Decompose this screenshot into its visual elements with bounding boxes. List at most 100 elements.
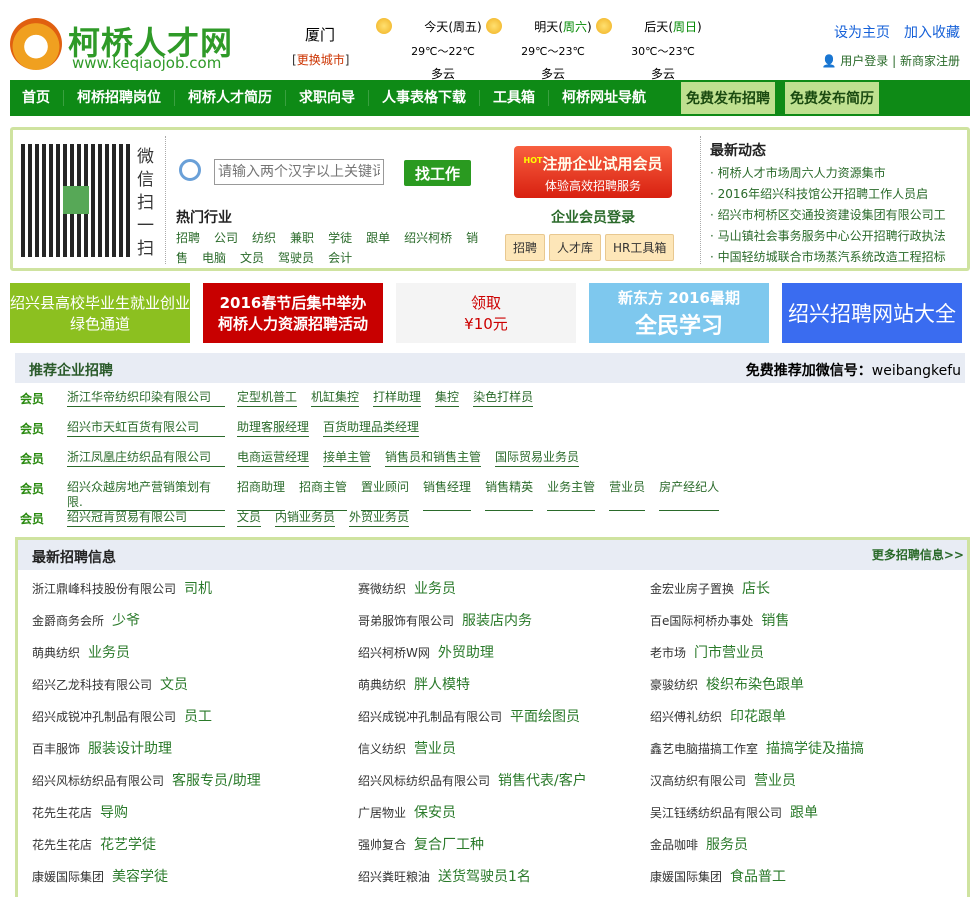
company-name[interactable]: 强帅复合 [358,838,406,852]
job-link[interactable]: 招商主管 [299,480,348,511]
company-link[interactable]: 绍兴冠肯贸易有限公司 [67,510,225,527]
job-link[interactable]: 文员 [237,510,262,527]
more-jobs-link[interactable]: 更多招聘信息>> [872,546,964,563]
job-title[interactable]: 送货驾驶员1名 [438,869,531,885]
company-name[interactable]: 豪骏纺织 [650,678,698,692]
job-listing[interactable]: 绍兴傅礼纺织 印花跟单 [650,706,786,726]
job-title[interactable]: 门市营业员 [694,645,764,661]
member-login-title[interactable]: 企业会员登录 [551,207,635,227]
company-name[interactable]: 绍兴风标纺织品有限公司 [32,774,164,788]
job-link[interactable]: 打样助理 [373,390,422,407]
banner-ad[interactable]: 领取 ¥10元 [396,283,576,343]
company-name[interactable]: 金宏业房子置换 [650,582,734,596]
nav-item[interactable]: 求职向导 [286,90,369,106]
job-title[interactable]: 业务员 [414,581,456,597]
nav-item[interactable]: 首页 [22,90,64,106]
nav-item[interactable]: 工具箱 [480,90,549,106]
job-title[interactable]: 描搞学徒及描搞 [766,741,864,757]
job-listing[interactable]: 汉高纺织有限公司 营业员 [650,770,796,790]
job-listing[interactable]: 百e国际柯桥办事处 销售 [650,610,789,630]
job-title[interactable]: 销售代表/客户 [498,773,587,789]
company-name[interactable]: 鑫艺电脑描搞工作室 [650,742,758,756]
job-title[interactable]: 营业员 [754,773,796,789]
search-input[interactable] [214,159,384,185]
job-link[interactable]: 电商运营经理 [237,450,310,467]
post-job-button[interactable]: 免费发布招聘 [681,82,775,114]
company-name[interactable]: 绍兴成锐冲孔制品有限公司 [32,710,176,724]
job-listing[interactable]: 绍兴粪旺粮油 送货驾驶员1名 [358,866,531,886]
job-listing[interactable]: 绍兴风标纺织品有限公司 客服专员/助理 [32,770,261,790]
company-name[interactable]: 花先生花店 [32,838,92,852]
job-listing[interactable]: 金品咖啡 服务员 [650,834,748,854]
job-title[interactable]: 外贸助理 [438,645,494,661]
register-member-banner[interactable]: HOT注册企业试用会员 体验高效招聘服务 [514,146,672,198]
banner-ad[interactable]: 2016春节后集中举办 柯桥人力资源招聘活动 [203,283,383,343]
banner-ad[interactable]: 绍兴县高校毕业生就业创业 绿色通道 [10,283,190,343]
company-name[interactable]: 萌典纺织 [358,678,406,692]
company-name[interactable]: 绍兴成锐冲孔制品有限公司 [358,710,502,724]
job-title[interactable]: 花艺学徒 [100,837,156,853]
company-name[interactable]: 萌典纺织 [32,646,80,660]
company-name[interactable]: 绍兴粪旺粮油 [358,870,430,884]
member-button[interactable]: 招聘 [505,234,546,261]
job-title[interactable]: 店长 [742,581,770,597]
banner-ad[interactable]: 绍兴招聘网站大全 [782,283,962,343]
job-link[interactable]: 助理客服经理 [237,420,310,437]
news-item[interactable]: 柯桥人才市场周六人力资源集市 [710,163,946,184]
job-listing[interactable]: 赛微纺织 业务员 [358,578,456,598]
company-name[interactable]: 金品咖啡 [650,838,698,852]
job-link[interactable]: 外贸业务员 [349,510,410,527]
job-title[interactable]: 司机 [184,581,212,597]
logo-icon[interactable] [10,18,62,70]
company-link[interactable]: 绍兴市天虹百货有限公司 [67,420,225,437]
job-listing[interactable]: 绍兴成锐冲孔制品有限公司 平面绘图员 [358,706,580,726]
job-title[interactable]: 食品普工 [730,869,786,885]
nav-item[interactable]: 柯桥招聘岗位 [64,90,175,106]
job-title[interactable]: 服装设计助理 [88,741,172,757]
banner-ad[interactable]: 新东方 2016暑期 全民学习 [589,283,769,343]
change-city-link[interactable]: [更换城市] [292,51,349,68]
company-link[interactable]: 绍兴众越房地产营销策划有限. [67,480,225,511]
job-title[interactable]: 胖人模特 [414,677,470,693]
company-name[interactable]: 绍兴傅礼纺织 [650,710,722,724]
nav-item[interactable]: 柯桥网址导航 [549,90,659,106]
nav-item[interactable]: 人事表格下载 [369,90,480,106]
company-name[interactable]: 百e国际柯桥办事处 [650,614,753,628]
job-listing[interactable]: 萌典纺织 业务员 [32,642,130,662]
job-title[interactable]: 跟单 [790,805,818,821]
member-button[interactable]: 人才库 [549,234,602,261]
hot-industry-link[interactable]: 公司 [214,231,238,245]
job-link[interactable]: 国际贸易业务员 [495,450,580,467]
company-name[interactable]: 绍兴柯桥W网 [358,646,430,660]
job-link[interactable]: 业务主管 [547,480,596,511]
job-listing[interactable]: 康媛国际集团 美容学徒 [32,866,168,886]
job-title[interactable]: 文员 [160,677,188,693]
job-link[interactable]: 定型机普工 [237,390,298,407]
job-listing[interactable]: 广居物业 保安员 [358,802,456,822]
job-listing[interactable]: 绍兴风标纺织品有限公司 销售代表/客户 [358,770,587,790]
job-listing[interactable]: 百丰服饰 服装设计助理 [32,738,172,758]
hot-industry-link[interactable]: 会计 [328,251,352,265]
job-link[interactable]: 染色打样员 [473,390,534,407]
job-listing[interactable]: 金爵商务会所 少爷 [32,610,140,630]
company-link[interactable]: 浙江凤凰庄纺织品有限公司 [67,450,225,467]
company-name[interactable]: 百丰服饰 [32,742,80,756]
job-link[interactable]: 百货助理品类经理 [323,420,420,437]
change-city-label[interactable]: 更换城市 [297,53,345,67]
news-item[interactable]: 马山镇社会事务服务中心公开招聘行政执法 [710,226,946,247]
company-name[interactable]: 赛微纺织 [358,582,406,596]
company-name[interactable]: 花先生花店 [32,806,92,820]
company-name[interactable]: 浙江鼎峰科技股份有限公司 [32,582,176,596]
news-item[interactable]: 2016年绍兴科技馆公开招聘工作人员启 [710,184,946,205]
job-link[interactable]: 房产经纪人 [659,480,720,511]
job-listing[interactable]: 豪骏纺织 梭织布染色跟单 [650,674,804,694]
job-title[interactable]: 印花跟单 [730,709,786,725]
job-listing[interactable]: 信义纺织 营业员 [358,738,456,758]
add-favorite-link[interactable]: 加入收藏 [904,25,960,41]
job-link[interactable]: 集控 [435,390,460,407]
company-name[interactable]: 哥弟服饰有限公司 [358,614,454,628]
news-item[interactable]: 中国轻纺城联合市场蒸汽系统改造工程招标 [710,247,946,268]
hot-industry-link[interactable]: 绍兴柯桥 [404,231,452,245]
job-listing[interactable]: 鑫艺电脑描搞工作室 描搞学徒及描搞 [650,738,864,758]
news-item[interactable]: 绍兴市柯桥区交通投资建设集团有限公司工 [710,205,946,226]
